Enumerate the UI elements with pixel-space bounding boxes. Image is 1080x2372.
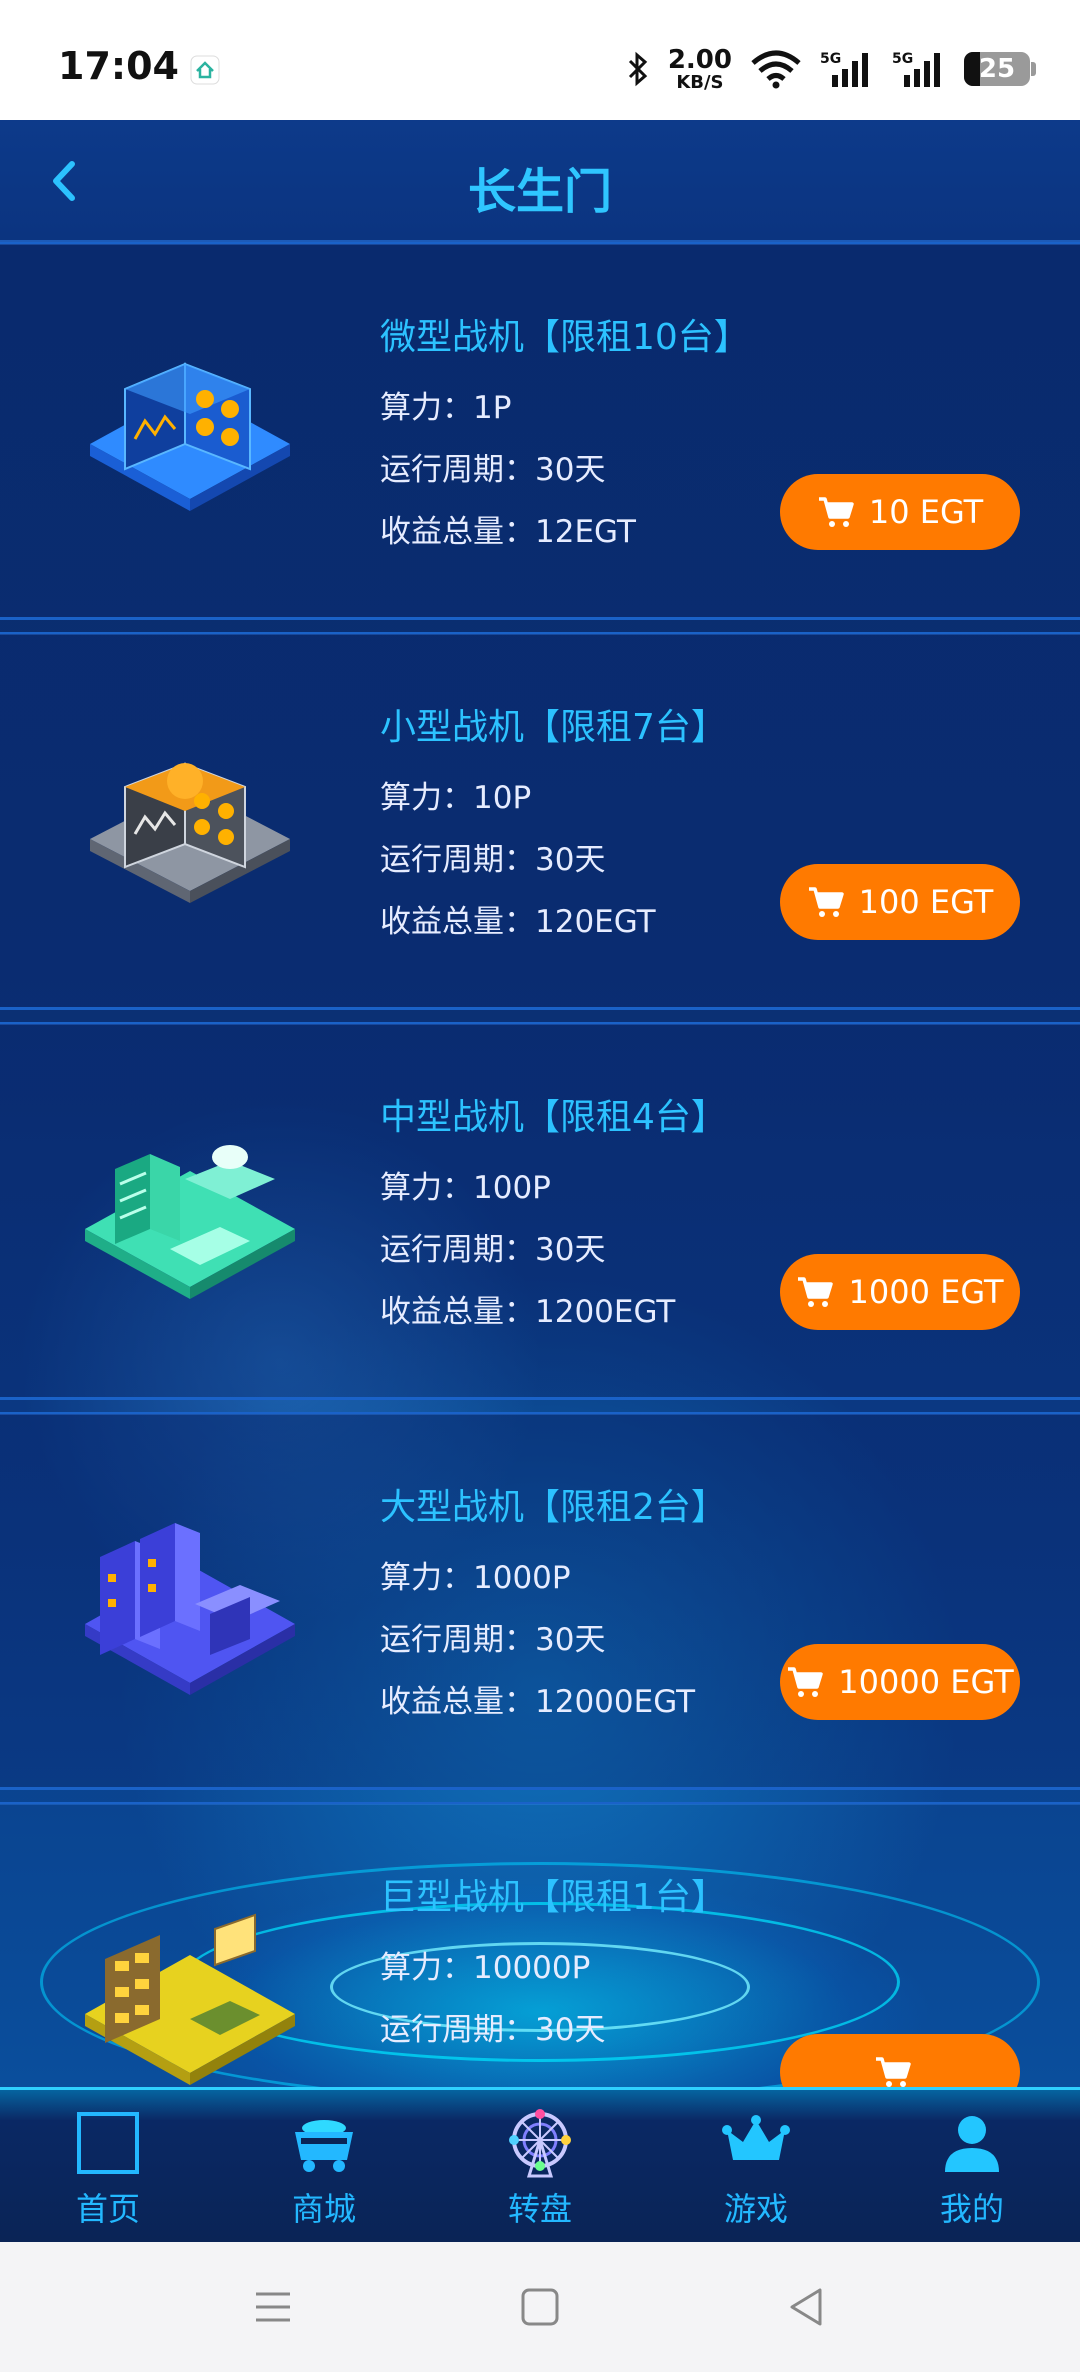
status-bar: 17:04 2.00 KB/S 5G 5G 25 (0, 0, 1080, 120)
product-total-income: 收益总量：12000EGT (380, 1684, 696, 1720)
wifi-icon (751, 50, 801, 89)
tab-label: 我的 (939, 2190, 1004, 2228)
tab-label: 转盘 (507, 2190, 572, 2228)
system-navigation-bar (0, 2242, 1080, 2372)
crown-icon (722, 2115, 790, 2160)
rent-button[interactable]: 100 EGT (780, 864, 1020, 940)
signal-5g-icon: 5G (892, 51, 940, 87)
home-button-icon[interactable] (515, 2282, 565, 2332)
tab-wheel[interactable]: 转盘 (460, 2108, 620, 2238)
tab-label: 首页 (75, 2190, 140, 2228)
page-header: 长生门 (0, 120, 1080, 242)
ferris-wheel-icon (509, 2109, 571, 2178)
rent-button[interactable]: 10 EGT (780, 474, 1020, 550)
product-card: 中型战机【限租4台】 算力：100P 运行周期：30天 收益总量：1200EGT… (0, 1022, 1080, 1400)
cart-icon (876, 2057, 911, 2087)
product-total-income: 收益总量：1200EGT (380, 1294, 676, 1330)
product-title: 中型战机【限租4台】 (380, 1097, 727, 1138)
product-cycle: 运行周期：30天 (380, 2012, 606, 2048)
rent-button-label: 1000 EGT (848, 1273, 1004, 1311)
small-miner-image (90, 762, 290, 903)
product-total-income: 收益总量：120EGT (380, 904, 656, 940)
medium-miner-image (85, 1145, 295, 1299)
product-cycle: 运行周期：30天 (380, 842, 606, 878)
cart-icon (798, 1277, 834, 1307)
network-speed-unit: KB/S (676, 71, 724, 93)
product-card: 微型战机【限租10台】 算力：1P 运行周期：30天 收益总量：12EGT 10… (0, 242, 1080, 620)
tab-label: 游戏 (723, 2190, 788, 2228)
mine-cart-icon (295, 2120, 353, 2172)
product-hashrate: 算力：1P (380, 390, 512, 426)
signal-5g-icon: 5G (820, 51, 868, 87)
product-cycle: 运行周期：30天 (380, 452, 606, 488)
rent-button[interactable]: 1000 EGT (780, 1254, 1020, 1330)
cart-icon (788, 1667, 824, 1697)
bluetooth-icon (628, 51, 648, 87)
product-total-income: 收益总量：12EGT (380, 514, 636, 550)
status-time: 17:04 (58, 44, 179, 88)
battery-indicator: 25 (964, 52, 1036, 86)
product-list: 微型战机【限租10台】 算力：1P 运行周期：30天 收益总量：12EGT 10… (0, 242, 1080, 2087)
home-square-icon (77, 2112, 139, 2174)
page-title: 长生门 (467, 164, 612, 220)
product-title: 大型战机【限租2台】 (380, 1487, 727, 1528)
user-icon (945, 2116, 999, 2172)
product-hashrate: 算力：10P (380, 780, 532, 816)
product-title: 小型战机【限租7台】 (380, 707, 727, 748)
rent-button[interactable]: 10000 EGT (780, 1644, 1020, 1720)
large-miner-image (85, 1523, 295, 1695)
product-title: 巨型战机【限租1台】 (380, 1877, 727, 1918)
bottom-tab-bar: 首页 商城 转盘 游戏 我的 (0, 2087, 1080, 2242)
product-card: 大型战机【限租2台】 算力：1000P 运行周期：30天 收益总量：12000E… (0, 1412, 1080, 1790)
rent-button-label: 10 EGT (868, 493, 984, 531)
cart-icon (808, 887, 844, 917)
micro-miner-image (90, 362, 290, 511)
tab-home[interactable]: 首页 (28, 2108, 188, 2238)
status-indicators: 2.00 KB/S 5G 5G 25 (626, 44, 1036, 94)
giant-miner-image (85, 1913, 295, 2085)
tab-mine[interactable]: 我的 (892, 2108, 1052, 2238)
product-cycle: 运行周期：30天 (380, 1622, 606, 1658)
product-card: 巨型战机【限租1台】 算力：10000P 运行周期：30天 (0, 1802, 1080, 2087)
network-speed-value: 2.00 (667, 44, 732, 75)
back-triangle-icon[interactable] (782, 2282, 832, 2332)
product-card: 小型战机【限租7台】 算力：10P 运行周期：30天 收益总量：120EGT 1… (0, 632, 1080, 1010)
product-title: 微型战机【限租10台】 (380, 317, 750, 358)
tab-label: 商城 (291, 2190, 356, 2228)
svg-text:5G: 5G (820, 51, 841, 67)
menu-icon[interactable] (248, 2282, 298, 2332)
rent-button[interactable] (780, 2034, 1020, 2087)
tab-shop[interactable]: 商城 (244, 2108, 404, 2238)
network-speed: 2.00 KB/S (668, 47, 732, 92)
home-app-icon (190, 55, 220, 85)
rent-button-label: 10000 EGT (838, 1663, 1014, 1701)
rent-button-label: 100 EGT (858, 883, 994, 921)
cart-icon (818, 497, 854, 527)
product-hashrate: 算力：10000P (380, 1950, 591, 1986)
tab-games[interactable]: 游戏 (676, 2108, 836, 2238)
product-cycle: 运行周期：30天 (380, 1232, 606, 1268)
product-hashrate: 算力：100P (380, 1170, 551, 1206)
product-hashrate: 算力：1000P (380, 1560, 571, 1596)
svg-text:5G: 5G (892, 51, 913, 67)
